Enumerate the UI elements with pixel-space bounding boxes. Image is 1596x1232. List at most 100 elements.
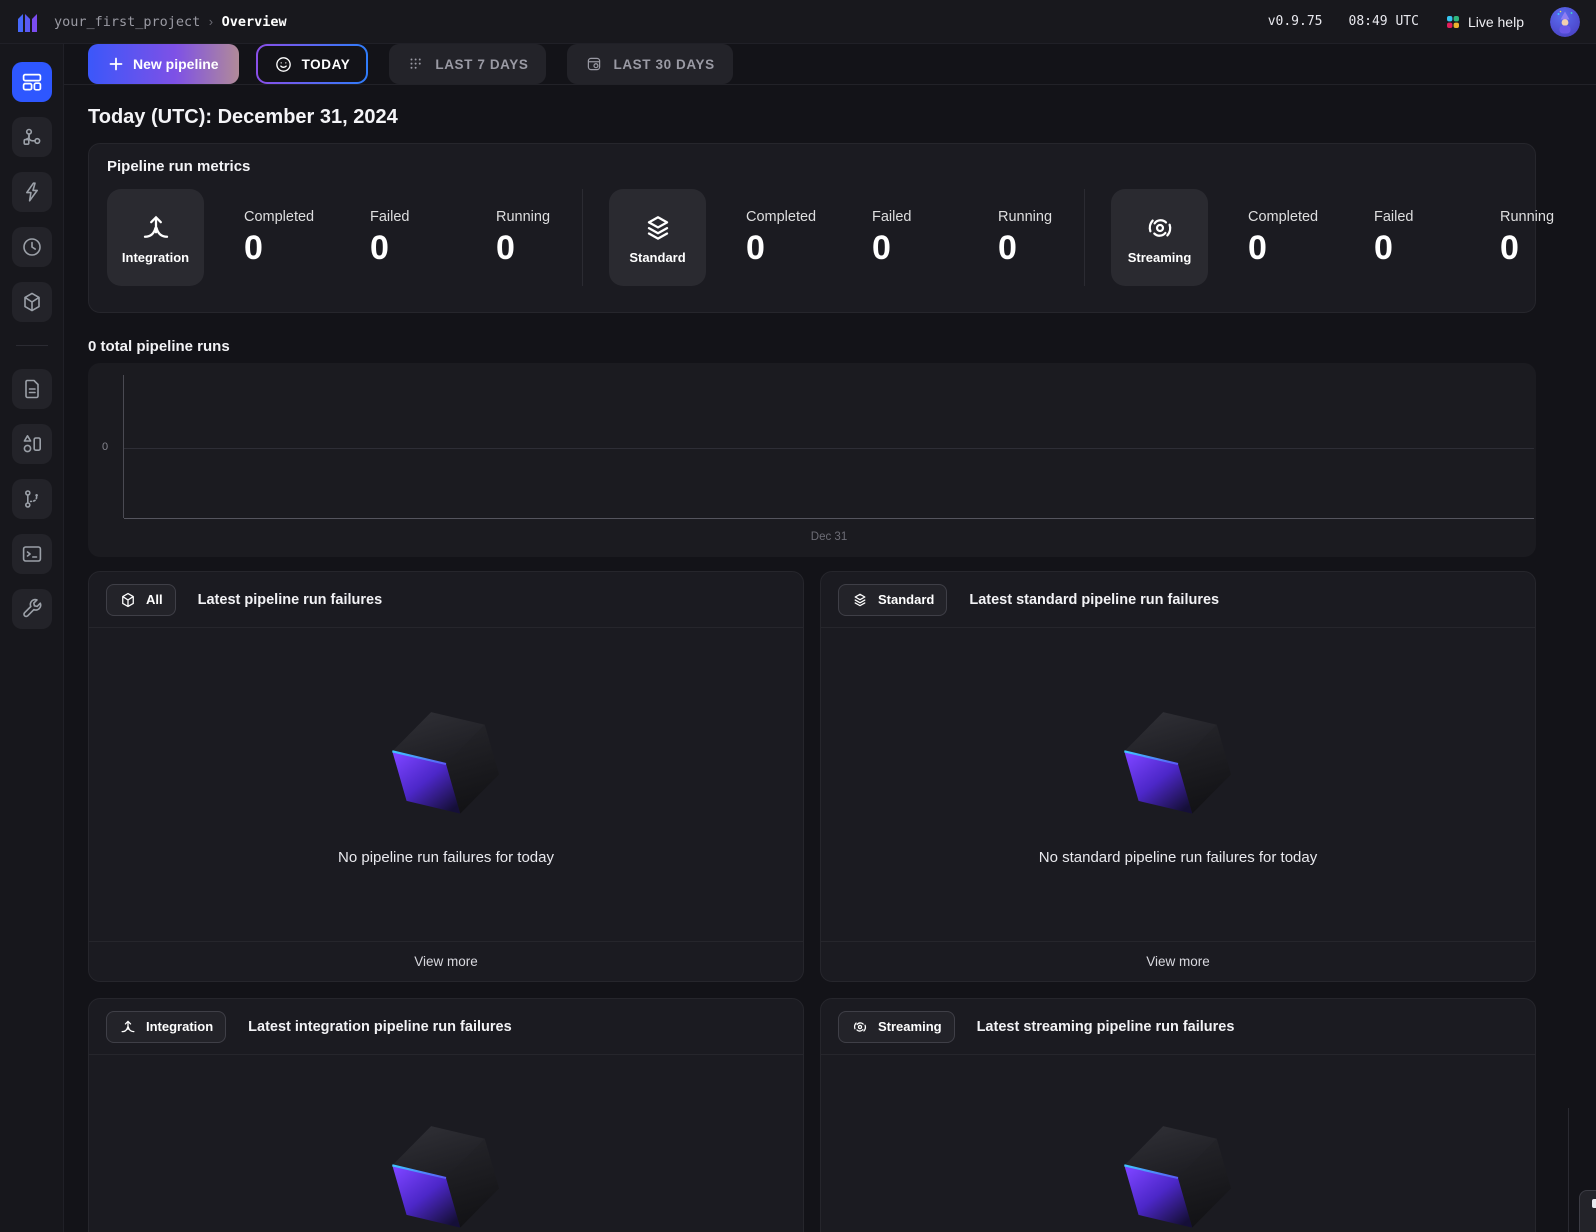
sidebar-item-pipeline-runs[interactable] — [12, 227, 52, 267]
git-branch-icon — [20, 487, 44, 511]
sidebar-item-pipelines[interactable] — [12, 117, 52, 157]
shapes-icon — [20, 432, 44, 456]
file-icon — [20, 377, 44, 401]
pipeline-runs-chart: 0 Dec 31 — [88, 363, 1536, 557]
last-30-days-button[interactable]: LAST 30 DAYS — [567, 44, 732, 84]
streaming-icon — [1143, 211, 1177, 245]
live-help-label: Live help — [1468, 14, 1524, 30]
metric-group-standard: Standard Completed 0 Failed 0 Running — [582, 189, 1084, 286]
breadcrumb-page-overview[interactable]: Overview — [222, 14, 287, 30]
lightning-icon — [20, 180, 44, 204]
all-filter-pill[interactable]: All — [106, 584, 176, 616]
sidebar-divider — [16, 345, 48, 346]
card-title: Latest streaming pipeline run failures — [977, 1019, 1235, 1035]
card-title: Latest standard pipeline run failures — [969, 592, 1219, 608]
latest-integration-failures-card: Integration Latest integration pipeline … — [88, 998, 804, 1232]
y-axis-line — [123, 375, 124, 518]
layers-icon — [851, 591, 869, 609]
empty-state-cube-illustration — [372, 1103, 519, 1232]
stat-streaming-completed: Completed 0 — [1248, 209, 1334, 267]
empty-state-message: No standard pipeline run failures for to… — [1039, 849, 1318, 866]
sidebar-item-triggers[interactable] — [12, 172, 52, 212]
empty-state-cube-illustration — [1104, 689, 1251, 839]
card-title: Latest pipeline run failures — [198, 592, 383, 608]
live-help-link[interactable]: Live help — [1445, 14, 1524, 30]
pipeline-tree-icon — [20, 125, 44, 149]
slack-icon — [1445, 14, 1461, 30]
integration-icon — [139, 211, 173, 245]
streaming-tile-label: Streaming — [1128, 250, 1192, 265]
integration-icon — [119, 1018, 137, 1036]
top-bar: your_first_project › Overview v0.9.75 08… — [0, 0, 1596, 44]
metrics-card-title: Pipeline run metrics — [107, 158, 1517, 175]
stat-integration-failed: Failed 0 — [370, 209, 456, 267]
dashboard-icon — [20, 70, 44, 94]
sidebar-item-overview[interactable] — [12, 62, 52, 102]
clock-icon — [20, 235, 44, 259]
stat-standard-failed: Failed 0 — [872, 209, 958, 267]
x-axis-line — [124, 518, 1534, 519]
version-label: v0.9.75 — [1268, 14, 1323, 29]
smiley-icon — [274, 55, 293, 74]
metric-group-streaming: Streaming Completed 0 Failed 0 Running — [1084, 189, 1586, 286]
clock-utc-label: 08:49 UTC — [1349, 14, 1419, 29]
empty-state-cube-illustration — [372, 689, 519, 839]
view-more-button[interactable]: View more — [821, 941, 1535, 981]
cube-icon — [20, 290, 44, 314]
empty-state-cube-illustration — [1104, 1103, 1251, 1232]
dots-grid-icon — [407, 55, 425, 73]
integration-tile-label: Integration — [122, 250, 189, 265]
new-pipeline-button[interactable]: New pipeline — [88, 44, 239, 84]
standard-filter-pill[interactable]: Standard — [838, 584, 947, 616]
mage-logo-icon[interactable] — [16, 10, 40, 34]
streaming-filter-pill[interactable]: Streaming — [838, 1011, 955, 1043]
right-edge-divider — [1568, 1108, 1569, 1232]
cube-icon — [119, 591, 137, 609]
sidebar-item-templates[interactable] — [12, 424, 52, 464]
x-axis-tick-dec31: Dec 31 — [124, 531, 1534, 543]
left-sidebar — [0, 44, 64, 1232]
sidebar-item-terminal[interactable] — [12, 534, 52, 574]
stat-streaming-failed: Failed 0 — [1374, 209, 1460, 267]
metric-group-integration: Integration Completed 0 Failed 0 Running — [107, 189, 582, 286]
scroll-widget-glyph — [1592, 1199, 1596, 1208]
streaming-icon — [851, 1018, 869, 1036]
chart-title: 0 total pipeline runs — [88, 338, 1596, 355]
floating-scroll-widget[interactable] — [1579, 1190, 1596, 1232]
breadcrumb-separator: › — [209, 14, 213, 29]
latest-pipeline-failures-card: All Latest pipeline run failures — [88, 571, 804, 982]
stat-streaming-running: Running 0 — [1500, 209, 1586, 267]
pipeline-run-metrics-card: Pipeline run metrics — [88, 143, 1536, 313]
sidebar-item-global-data-products[interactable] — [12, 282, 52, 322]
stat-integration-completed: Completed 0 — [244, 209, 330, 267]
terminal-icon — [20, 542, 44, 566]
date-range-toolbar: New pipeline TODAY — [64, 44, 1596, 85]
standard-tile[interactable]: Standard — [609, 189, 706, 286]
sidebar-item-settings[interactable] — [12, 589, 52, 629]
stat-integration-running: Running 0 — [496, 209, 582, 267]
empty-state-message: No pipeline run failures for today — [338, 849, 554, 866]
page-title: Today (UTC): December 31, 2024 — [88, 103, 1596, 131]
wrench-icon — [20, 597, 44, 621]
calendar-icon — [585, 55, 603, 73]
stat-standard-completed: Completed 0 — [746, 209, 832, 267]
sidebar-item-files[interactable] — [12, 369, 52, 409]
last-7-days-button[interactable]: LAST 7 DAYS — [389, 44, 546, 84]
standard-tile-label: Standard — [629, 250, 685, 265]
integration-tile[interactable]: Integration — [107, 189, 204, 286]
streaming-tile[interactable]: Streaming — [1111, 189, 1208, 286]
stat-standard-running: Running 0 — [998, 209, 1084, 267]
zero-gridline — [124, 448, 1534, 449]
today-button[interactable]: TODAY — [256, 44, 369, 84]
sidebar-item-version-control[interactable] — [12, 479, 52, 519]
breadcrumb-project[interactable]: your_first_project — [54, 14, 200, 30]
latest-standard-failures-card: Standard Latest standard pipeline run fa… — [820, 571, 1536, 982]
y-axis-tick-0: 0 — [102, 441, 108, 453]
layers-icon — [641, 211, 675, 245]
user-avatar[interactable] — [1550, 7, 1580, 37]
integration-filter-pill[interactable]: Integration — [106, 1011, 226, 1043]
view-more-button[interactable]: View more — [89, 941, 803, 981]
latest-streaming-failures-card: Streaming Latest streaming pipeline run … — [820, 998, 1536, 1232]
plus-icon — [108, 56, 124, 72]
card-title: Latest integration pipeline run failures — [248, 1019, 511, 1035]
